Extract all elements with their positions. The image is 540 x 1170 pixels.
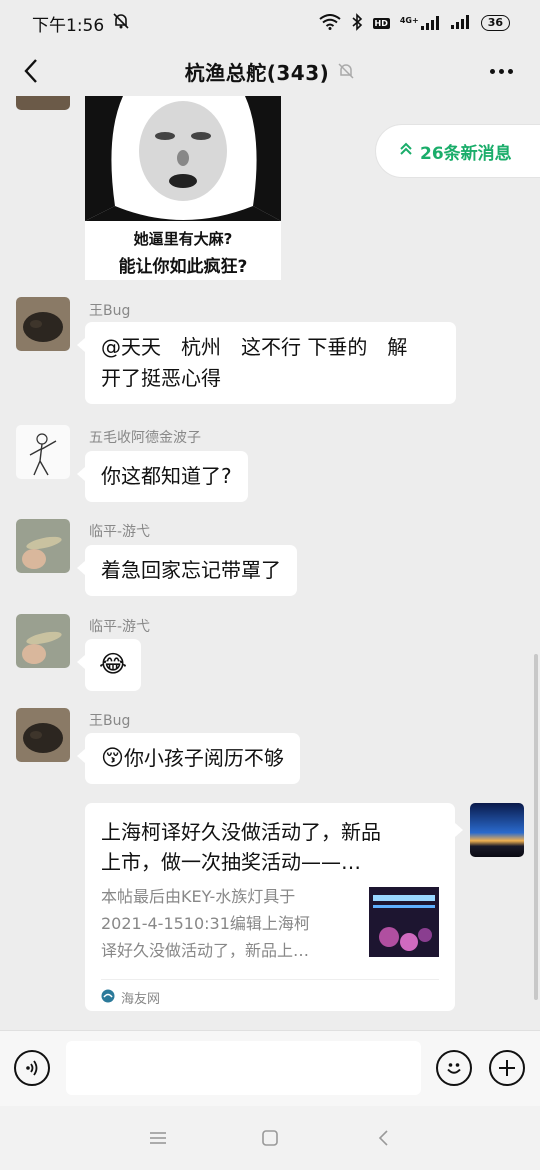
bluetooth-icon bbox=[351, 12, 363, 34]
status-time: 下午1:56 bbox=[32, 15, 105, 36]
plus-icon bbox=[499, 1060, 515, 1076]
message-bubble[interactable]: 😚你小孩子阅历不够 bbox=[77, 733, 300, 784]
sender-name: 王Bug bbox=[89, 713, 131, 729]
message-bubble[interactable]: @天天 杭州 这不行 下垂的 解 开了挺恶心得 bbox=[77, 322, 456, 404]
system-navigation-bar bbox=[0, 1106, 540, 1170]
emoji-button[interactable] bbox=[436, 1050, 472, 1086]
laughing-emoji-icon: 😂 bbox=[99, 650, 128, 678]
message-line: @天天 杭州 这不行 下垂的 解 bbox=[101, 335, 408, 359]
mute-icon bbox=[337, 62, 355, 80]
smiley-icon bbox=[447, 1063, 461, 1074]
sender-name: 王Bug bbox=[89, 303, 131, 319]
sender-name: 临平-游弋 bbox=[89, 619, 151, 635]
back-nav-button[interactable] bbox=[368, 1124, 398, 1152]
more-button[interactable] bbox=[484, 56, 518, 86]
message-text: 你小孩子阅历不够 bbox=[123, 746, 284, 770]
sticker-caption-1: 她逼里有大麻? bbox=[133, 230, 233, 248]
battery-icon: 36 bbox=[480, 15, 510, 31]
avatar[interactable] bbox=[16, 96, 70, 110]
message-bubble[interactable]: 😂 bbox=[76, 639, 142, 691]
scrollbar[interactable] bbox=[534, 654, 538, 1000]
source-icon bbox=[101, 989, 115, 1007]
voice-icon bbox=[26, 1060, 38, 1076]
voice-button[interactable] bbox=[14, 1050, 50, 1086]
more-dot bbox=[498, 68, 504, 74]
chat-title: 杭渔总舵(343) bbox=[184, 60, 330, 85]
avatar-self[interactable] bbox=[470, 803, 524, 857]
bell-off-icon bbox=[112, 12, 130, 35]
sender-name: 五毛收阿德金波子 bbox=[89, 430, 201, 446]
double-chevron-up-icon bbox=[400, 141, 412, 161]
more-functions-button[interactable] bbox=[489, 1050, 525, 1086]
kissing-emoji-icon: 😚 bbox=[101, 746, 124, 771]
message-text: 着急回家忘记带罩了 bbox=[101, 558, 281, 582]
link-card[interactable]: 上海柯译好久没做活动了，新品 上市，做一次抽奖活动——… 本帖最后由KEY-水族… bbox=[85, 803, 463, 1011]
more-dot bbox=[489, 68, 495, 74]
message-input[interactable] bbox=[66, 1041, 421, 1095]
input-bar bbox=[0, 1030, 540, 1106]
link-desc-line: 本帖最后由KEY-水族灯具于 bbox=[101, 887, 296, 906]
signal-icon: 4G+ bbox=[400, 16, 441, 30]
link-card-description: 本帖最后由KEY-水族灯具于 2021-4-1510:31编辑上海柯 译好久没做… bbox=[101, 883, 351, 964]
message-bubble[interactable]: 着急回家忘记带罩了 bbox=[77, 545, 297, 596]
menu-icon bbox=[150, 1132, 166, 1144]
avatar-linping[interactable] bbox=[16, 519, 70, 573]
link-card-source: 海友网 bbox=[101, 979, 439, 1007]
status-bar: 下午1:56 HD 4G+ 36 bbox=[0, 0, 540, 46]
link-desc-line: 译好久没做活动了，新品上… bbox=[101, 941, 310, 960]
network-type: 4G+ bbox=[399, 16, 419, 25]
avatar-wangbug[interactable] bbox=[16, 297, 70, 351]
chat-messages[interactable]: 她逼里有大麻? 能让你如此疯狂? 王Bug @天天 杭州 这不行 下垂的 解 开… bbox=[0, 96, 540, 1030]
avatar-linping[interactable] bbox=[16, 614, 70, 668]
avatar-wangbug[interactable] bbox=[16, 708, 70, 762]
message-text: 你这都知道了? bbox=[101, 464, 232, 488]
new-messages-button[interactable]: 26条新消息 bbox=[375, 124, 540, 178]
chat-header: 杭渔总舵(343) bbox=[0, 46, 540, 96]
avatar-wumao[interactable] bbox=[16, 425, 70, 479]
back-icon bbox=[378, 1130, 388, 1146]
more-dot bbox=[507, 68, 513, 74]
link-title-line: 上海柯译好久没做活动了，新品 bbox=[101, 820, 381, 844]
hd-icon: HD bbox=[372, 17, 390, 29]
signal-icon-2 bbox=[450, 14, 471, 32]
link-desc-line: 2021-4-1510:31编辑上海柯 bbox=[101, 914, 310, 933]
link-title-line: 上市，做一次抽奖活动——… bbox=[101, 850, 361, 874]
message-bubble[interactable]: 你这都知道了? bbox=[77, 451, 248, 502]
link-card-title: 上海柯译好久没做活动了，新品 上市，做一次抽奖活动——… bbox=[101, 817, 439, 877]
chevron-left-icon bbox=[24, 59, 37, 83]
message-line: 开了挺恶心得 bbox=[101, 366, 221, 390]
back-button[interactable] bbox=[16, 56, 46, 86]
sticker-message[interactable]: 她逼里有大麻? 能让你如此疯狂? bbox=[85, 96, 281, 280]
panda-face-sticker bbox=[85, 96, 281, 228]
new-messages-label: 26条新消息 bbox=[420, 143, 512, 164]
home-icon bbox=[262, 1130, 278, 1146]
sender-name: 临平-游弋 bbox=[89, 524, 151, 540]
sticker-caption-2: 能让你如此疯狂? bbox=[118, 257, 248, 277]
wifi-icon bbox=[318, 13, 341, 33]
source-name: 海友网 bbox=[121, 992, 161, 1007]
link-card-thumbnail bbox=[369, 887, 439, 957]
menu-button[interactable] bbox=[143, 1124, 173, 1152]
home-button[interactable] bbox=[255, 1124, 285, 1152]
